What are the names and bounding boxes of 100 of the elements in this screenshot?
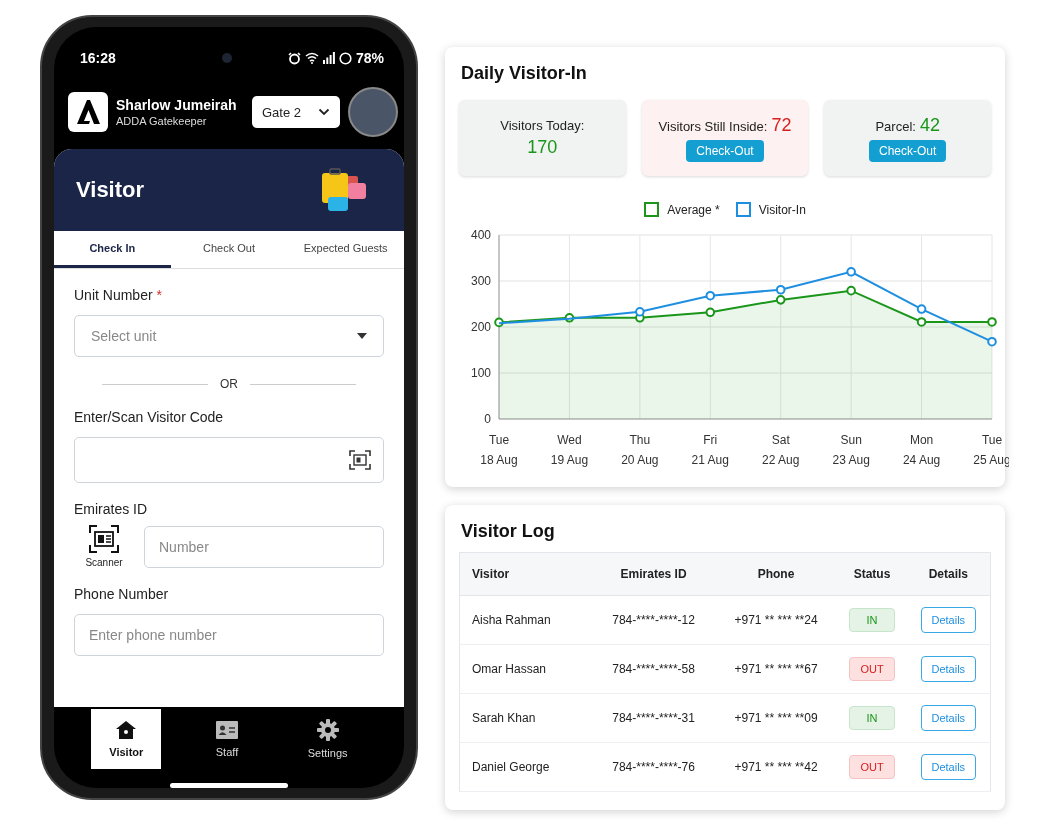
data-point <box>775 295 786 305</box>
data-point <box>916 304 927 314</box>
scan-icon[interactable] <box>349 450 371 470</box>
card-title: Visitor Log <box>461 521 556 542</box>
y-tick-label: 400 <box>470 228 491 242</box>
battery-percent: 78% <box>355 50 384 66</box>
emirates-id-field[interactable]: Number <box>144 525 384 568</box>
table-cell: Omar Hassan <box>459 644 593 694</box>
table-cell: 784-****-****-31 <box>592 693 715 743</box>
column-header: Status <box>837 552 907 596</box>
unit-select[interactable]: Select unit <box>74 315 384 357</box>
gate-dropdown[interactable]: Gate 2 <box>252 96 340 128</box>
data-point <box>987 317 997 327</box>
x-tick-label: 22 Aug <box>762 453 800 467</box>
user-name: Sharlow Jumeirah <box>116 97 238 113</box>
table-cell: +971 ** *** **24 <box>714 595 838 645</box>
card-title: Daily Visitor-In <box>461 63 588 84</box>
data-point <box>916 317 927 327</box>
x-tick-label: 20 Aug <box>621 453 659 467</box>
user-role: ADDA Gatekeeper <box>116 115 208 127</box>
x-tick-label: 18 Aug <box>480 453 518 467</box>
table-cell: Aisha Rahman <box>459 595 593 645</box>
data-point <box>494 317 504 328</box>
camera-icon <box>221 53 232 63</box>
settings-icon <box>316 719 339 741</box>
field-label: Unit Number <box>74 287 153 303</box>
details-button[interactable]: Details <box>920 607 977 633</box>
column-header: Emirates ID <box>592 552 715 596</box>
field-label: Enter/Scan Visitor Code <box>74 409 225 425</box>
details-button[interactable]: Details <box>920 754 977 780</box>
table-cell: 784-****-****-12 <box>592 595 715 645</box>
x-tick-label: 24 Aug <box>902 453 941 467</box>
field-label: Phone Number <box>74 586 170 602</box>
dropdown-caret-icon <box>357 333 367 339</box>
x-tick-label: Sun <box>840 433 862 447</box>
required-mark: * <box>156 287 163 303</box>
x-tick-label: Sat <box>771 433 790 447</box>
alarm-icon <box>287 51 301 65</box>
data-point <box>635 307 645 317</box>
legend-label: Visitor-In <box>758 202 806 217</box>
x-tick-label: Wed <box>557 433 582 447</box>
data-point <box>705 307 716 318</box>
id-card-icon <box>215 720 239 740</box>
details-button[interactable]: Details <box>920 656 977 682</box>
data-point <box>775 284 786 295</box>
column-header: Visitor <box>459 552 593 596</box>
status-badge: OUT <box>849 755 895 779</box>
x-tick-label: Tue <box>981 433 1003 447</box>
y-tick-label: 300 <box>470 274 491 288</box>
battery-icon <box>338 51 352 65</box>
column-header: Phone <box>714 552 838 596</box>
id-scanner-icon <box>89 525 119 553</box>
phone-field[interactable]: Enter phone number <box>74 614 384 656</box>
table-cell: +971 ** *** **09 <box>714 693 838 743</box>
y-tick-label: 200 <box>470 320 491 334</box>
data-point <box>564 313 575 323</box>
nav-tab[interactable]: Staff <box>192 709 262 769</box>
visitor-code-field[interactable] <box>74 437 384 483</box>
stat-label: Visitors Still Inside: <box>658 118 768 134</box>
signal-icon <box>322 52 335 64</box>
table-cell: +971 ** *** **67 <box>714 644 838 694</box>
status-badge: IN <box>849 706 895 730</box>
column-header: Details <box>906 552 991 596</box>
table-cell: Sarah Khan <box>459 693 593 743</box>
stat-value: 42 <box>919 114 940 136</box>
table-cell: 784-****-****-76 <box>592 742 715 792</box>
data-point <box>846 267 856 277</box>
home-icon <box>115 720 138 740</box>
x-tick-label: 23 Aug <box>832 453 870 467</box>
y-tick-label: 0 <box>484 412 491 426</box>
details-button[interactable]: Details <box>920 705 977 731</box>
x-tick-label: Fri <box>703 433 718 447</box>
stat-value: 72 <box>771 114 792 136</box>
y-tick-label: 100 <box>470 366 491 380</box>
chevron-down-icon <box>318 108 330 116</box>
nav-tab[interactable]: Settings <box>292 709 363 769</box>
avatar-placeholder[interactable] <box>348 87 398 137</box>
table-cell: Daniel George <box>459 742 593 792</box>
scanner-button[interactable]: Scanner <box>74 525 134 568</box>
nav-tab[interactable]: Visitor <box>91 709 162 769</box>
data-point <box>846 285 856 296</box>
or-divider-text: OR <box>220 377 238 391</box>
stat-value: 170 <box>527 137 558 158</box>
status-badge: IN <box>849 608 895 632</box>
stat-label: Parcel: <box>875 118 916 134</box>
stat-label: Visitors Today: <box>500 118 585 133</box>
legend-label: Average * <box>667 202 720 217</box>
status-time: 16:28 <box>80 50 116 66</box>
data-point <box>987 336 997 347</box>
visitor-title: Visitor <box>76 177 145 203</box>
x-tick-label: Tue <box>488 433 510 447</box>
status-badge: OUT <box>849 657 895 681</box>
table-cell: +971 ** *** **42 <box>714 742 838 792</box>
x-tick-label: 21 Aug <box>691 453 729 467</box>
table-cell: 784-****-****-58 <box>592 644 715 694</box>
x-tick-label: Thu <box>629 433 651 447</box>
x-tick-label: Mon <box>909 433 934 447</box>
wifi-icon <box>304 52 319 64</box>
data-point <box>705 290 716 301</box>
field-label: Emirates ID <box>74 501 149 517</box>
